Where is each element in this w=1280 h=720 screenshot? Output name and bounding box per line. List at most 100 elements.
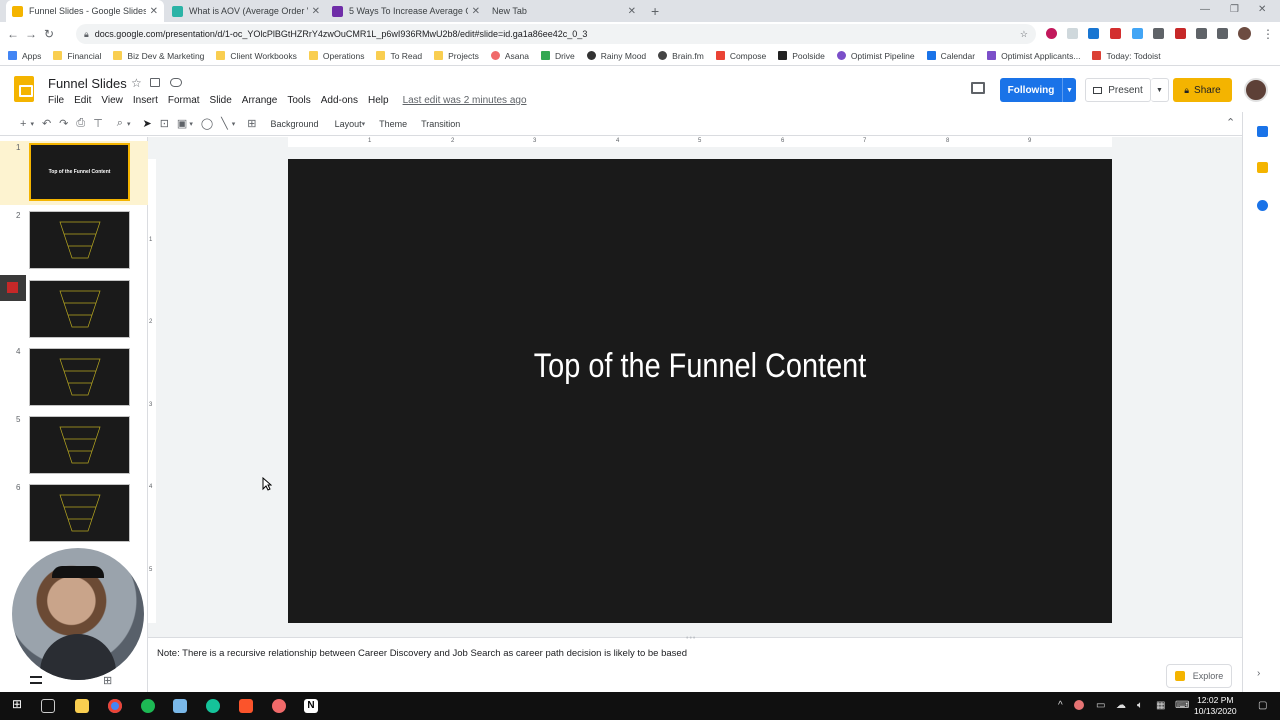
bookmark-to-read[interactable]: To Read [376, 51, 422, 61]
line-icon[interactable]: ╲ [221, 117, 228, 130]
slide-title[interactable]: Top of the Funnel Content [350, 347, 1050, 386]
comments-icon[interactable] [971, 82, 985, 94]
extension-icon[interactable] [1046, 28, 1057, 39]
taskbar-clock[interactable]: 12:02 PM 10/13/2020 [1194, 695, 1237, 717]
extension-icon[interactable] [1088, 28, 1099, 39]
new-tab-button[interactable]: + [651, 3, 659, 19]
present-button[interactable]: Present [1085, 78, 1151, 102]
volume-icon[interactable]: 🔈︎ [1137, 700, 1143, 711]
tray-expand-icon[interactable]: ^ [1058, 700, 1063, 711]
tasks-icon[interactable] [1257, 200, 1268, 211]
keep-icon[interactable] [1257, 162, 1268, 173]
bookmark-poolside[interactable]: Poolside [778, 51, 825, 61]
following-dropdown[interactable]: ▼ [1062, 78, 1076, 102]
chrome-icon[interactable] [108, 699, 122, 713]
extension-icon[interactable] [1153, 28, 1164, 39]
close-icon[interactable]: ✕ [150, 6, 158, 17]
notion-icon[interactable]: N [304, 699, 318, 713]
new-slide-dropdown[interactable]: ▾ [30, 120, 34, 128]
bookmark-brain-fm[interactable]: Brain.fm [658, 51, 704, 61]
close-icon[interactable]: ✕ [472, 6, 480, 17]
tray-app-icon[interactable]: ▭ [1096, 700, 1105, 711]
document-title[interactable]: Funnel Slides [48, 76, 127, 91]
bookmark-compose[interactable]: Compose [715, 51, 766, 61]
undo-icon[interactable]: ↶ [42, 117, 51, 130]
task-view-icon[interactable] [41, 699, 55, 713]
file-explorer-icon[interactable] [75, 699, 89, 713]
menu-slide[interactable]: Slide [210, 95, 232, 106]
tray-app-icon[interactable] [1074, 700, 1084, 710]
brave-icon[interactable] [239, 699, 253, 713]
image-dropdown[interactable]: ▾ [189, 120, 193, 128]
image-icon[interactable]: ▣ [177, 117, 187, 130]
minimize-icon[interactable]: — [1200, 4, 1210, 15]
close-icon[interactable]: ✕ [628, 6, 636, 17]
slide-thumbnail-3[interactable] [29, 280, 130, 338]
new-slide-icon[interactable]: + [20, 118, 26, 130]
bookmark-projects[interactable]: Projects [434, 51, 479, 61]
last-edit-link[interactable]: Last edit was 2 minutes ago [403, 95, 527, 106]
extension-icon[interactable] [1132, 28, 1143, 39]
menu-help[interactable]: Help [368, 95, 389, 106]
comment-add-icon[interactable]: ⊞ [247, 117, 256, 130]
puzzle-icon[interactable] [1196, 28, 1207, 39]
paint-format-icon[interactable]: ⊤ [93, 117, 103, 130]
app-icon[interactable] [272, 699, 286, 713]
spotify-icon[interactable] [141, 699, 155, 713]
current-slide[interactable]: Top of the Funnel Content [288, 159, 1112, 623]
bookmark-apps[interactable]: Apps [8, 51, 41, 61]
menu-edit[interactable]: Edit [74, 95, 91, 106]
present-dropdown[interactable]: ▼ [1151, 78, 1169, 102]
bookmark-asana[interactable]: Asana [490, 51, 529, 61]
theme-button[interactable]: Theme [379, 119, 407, 129]
notes-resize-handle[interactable]: ••• [686, 635, 696, 642]
app-icon[interactable] [173, 699, 187, 713]
tab-5-ways[interactable]: 5 Ways To Increase Average Orde ✕ [326, 0, 486, 22]
bookmark-optimist-applicants[interactable]: Optimist Applicants... [987, 51, 1080, 61]
windows-start-icon[interactable]: ⊞ [12, 697, 26, 711]
maximize-icon[interactable]: ❐ [1230, 4, 1239, 15]
bookmark-optimist-pipeline[interactable]: Optimist Pipeline [836, 51, 915, 61]
bookmark-rainy-mood[interactable]: Rainy Mood [586, 51, 646, 61]
menu-insert[interactable]: Insert [133, 95, 158, 106]
background-button[interactable]: Background [271, 119, 319, 129]
onedrive-icon[interactable]: ☁ [1116, 700, 1126, 711]
close-icon[interactable]: ✕ [312, 6, 320, 17]
slide-thumbnail-4[interactable] [29, 348, 130, 406]
reload-icon[interactable]: ↻ [40, 27, 58, 41]
select-cursor-icon[interactable]: ➤ [142, 117, 151, 130]
text-box-icon[interactable]: ⊡ [160, 117, 169, 130]
menu-file[interactable]: File [48, 95, 64, 106]
layout-button[interactable]: Layout [335, 119, 362, 129]
slide-thumbnail-2[interactable] [29, 211, 130, 269]
menu-format[interactable]: Format [168, 95, 200, 106]
calendar-icon[interactable] [1257, 126, 1268, 137]
bookmark-drive[interactable]: Drive [540, 51, 575, 61]
bookmark-calendar[interactable]: Calendar [926, 51, 975, 61]
star-icon[interactable]: ☆ [131, 76, 142, 90]
transition-button[interactable]: Transition [421, 119, 460, 129]
menu-add-ons[interactable]: Add-ons [321, 95, 358, 106]
notifications-icon[interactable]: ▢ [1258, 700, 1267, 711]
slide-thumbnail-1[interactable]: Top of the Funnel Content [29, 143, 130, 201]
extension-icon[interactable] [1175, 28, 1186, 39]
profile-avatar[interactable] [1238, 27, 1251, 40]
speaker-notes[interactable]: ••• Note: There is a recursive relations… [148, 635, 1242, 692]
notes-text[interactable]: Note: There is a recursive relationship … [157, 648, 687, 659]
window-close-icon[interactable]: ✕ [1258, 4, 1266, 15]
menu-view[interactable]: View [101, 95, 123, 106]
line-dropdown[interactable]: ▾ [232, 120, 236, 128]
playlist-icon[interactable] [1217, 28, 1228, 39]
collapse-toolbar-icon[interactable]: ⌃ [1226, 116, 1235, 129]
back-icon[interactable]: ← [4, 27, 22, 41]
print-icon[interactable]: ⎙ [76, 117, 85, 130]
network-icon[interactable]: ▦ [1156, 700, 1165, 711]
url-bar[interactable]: 🔒︎ docs.google.com/presentation/d/1-oc_Y… [76, 24, 1036, 44]
tab-new-tab[interactable]: New Tab ✕ [486, 0, 642, 22]
menu-arrange[interactable]: Arrange [242, 95, 278, 106]
star-icon[interactable]: ☆ [1020, 29, 1028, 40]
expand-panel-icon[interactable]: › [1257, 668, 1260, 679]
extension-icon[interactable] [1110, 28, 1121, 39]
move-folder-icon[interactable] [150, 78, 160, 87]
tab-aov[interactable]: What is AOV (Average Order Valu ✕ [166, 0, 326, 22]
